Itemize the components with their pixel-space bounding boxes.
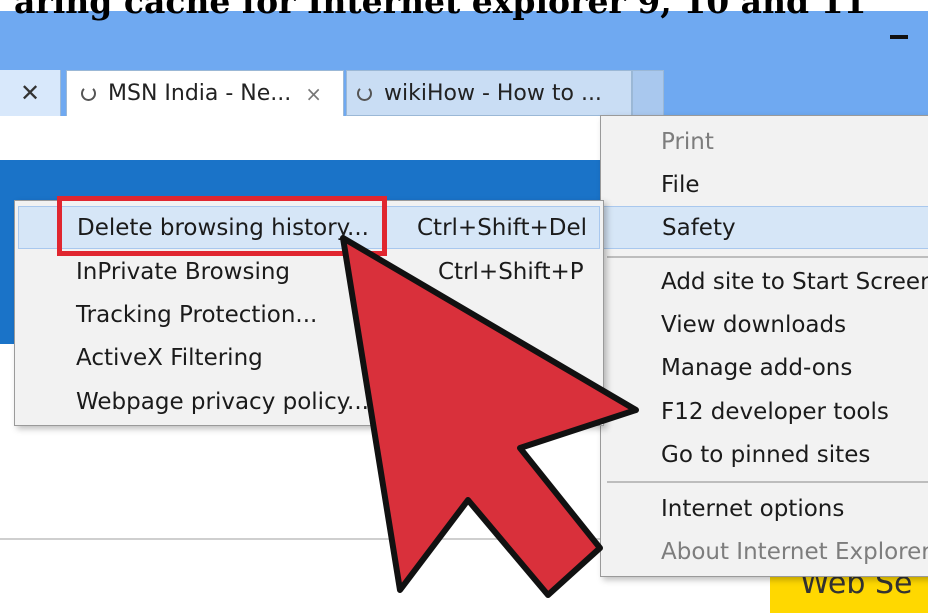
screenshot-stage: aring cache for Internet explorer 9, 10 …	[0, 0, 928, 613]
pointer-arrow-icon	[340, 235, 639, 598]
